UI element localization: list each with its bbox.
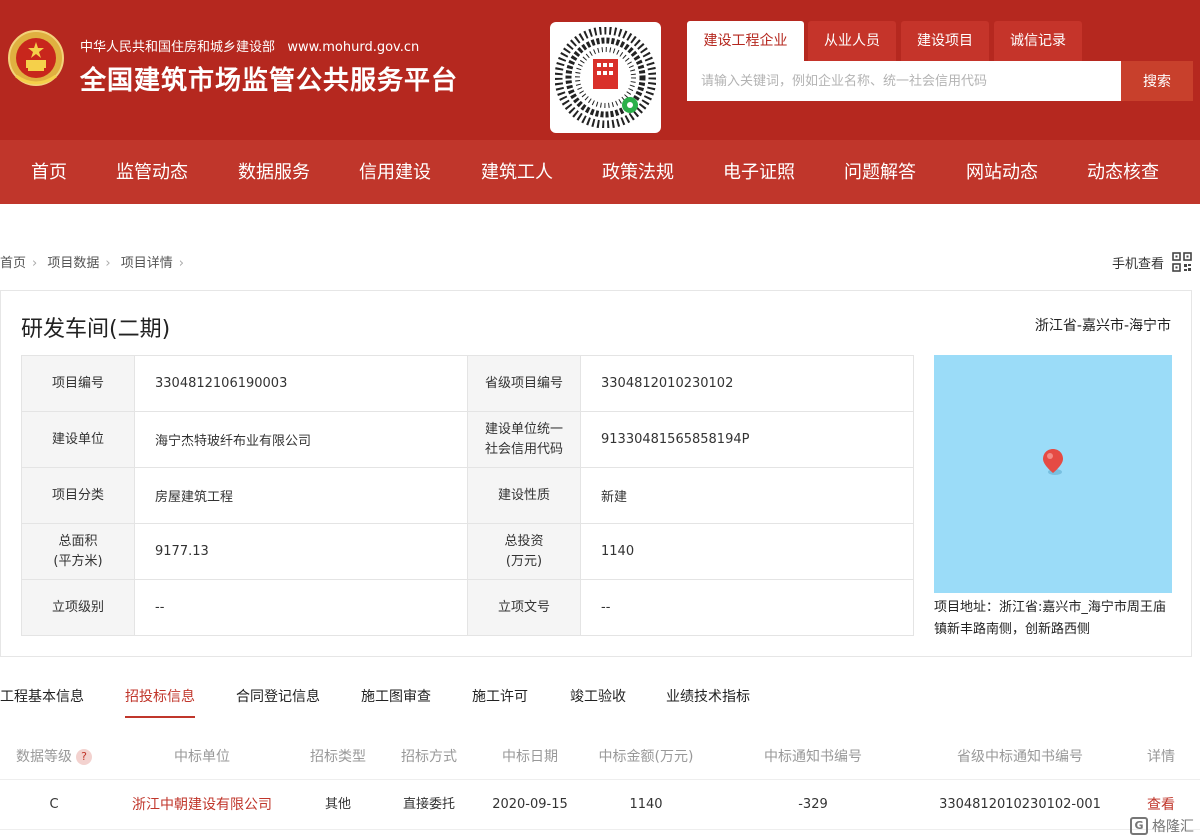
search-button[interactable]: 搜索 bbox=[1121, 61, 1193, 101]
qr-code-icon bbox=[1172, 252, 1192, 272]
site-subtitle: 中华人民共和国住房和城乡建设部 www.mohurd.gov.cn bbox=[80, 40, 420, 55]
search-input[interactable] bbox=[687, 61, 1121, 101]
investment-label: 总投资 (万元) bbox=[467, 523, 581, 580]
mobile-view-label: 手机查看 bbox=[1111, 256, 1164, 272]
project-no-label: 项目编号 bbox=[21, 355, 135, 412]
mini-program-qr bbox=[550, 22, 661, 133]
breadcrumb: 首页 › 项目数据 › 项目详情 › bbox=[0, 252, 190, 271]
table-row: 项目编号 3304812106190003 省级项目编号 33048120102… bbox=[21, 355, 914, 412]
site-url: www.mohurd.gov.cn bbox=[287, 40, 420, 55]
chevron-right-icon: › bbox=[32, 256, 38, 271]
nav-item-site-news[interactable]: 网站动态 bbox=[966, 140, 1038, 204]
tab-completion-acceptance[interactable]: 竣工验收 bbox=[570, 680, 626, 718]
bids-table-header: 数据等级? 中标单位 招标类型 招标方式 中标日期 中标金额(万元) 中标通知书… bbox=[0, 734, 1200, 780]
breadcrumb-project-data[interactable]: 项目数据 bbox=[47, 256, 99, 271]
tab-construction-permit[interactable]: 施工许可 bbox=[472, 680, 528, 718]
table-row: 项目分类 房屋建筑工程 建设性质 新建 bbox=[21, 467, 914, 524]
tab-basic-info[interactable]: 工程基本信息 bbox=[0, 680, 84, 718]
nature-label: 建设性质 bbox=[467, 467, 581, 524]
project-map[interactable] bbox=[934, 355, 1172, 593]
breadcrumb-project-detail: 项目详情 bbox=[120, 256, 173, 271]
provincial-no-value: 3304812010230102 bbox=[580, 355, 914, 412]
tab-performance-indicators[interactable]: 业绩技术指标 bbox=[666, 680, 750, 718]
builder-value: 海宁杰特玻纤布业有限公司 bbox=[134, 411, 468, 468]
cell-winner-link[interactable]: 浙江中朝建设有限公司 bbox=[122, 780, 282, 830]
table-row: 总面积 (平方米) 9177.13 总投资 (万元) 1140 bbox=[21, 523, 914, 580]
watermark-logo-icon: G bbox=[1130, 817, 1148, 835]
approval-level-value: -- bbox=[134, 579, 468, 636]
nav-item-workers[interactable]: 建筑工人 bbox=[481, 140, 553, 204]
col-winner: 中标单位 bbox=[174, 749, 230, 765]
search-tab-enterprise[interactable]: 建设工程企业 bbox=[687, 21, 804, 61]
nav-item-policy[interactable]: 政策法规 bbox=[602, 140, 674, 204]
credit-code-label: 建设单位统一 社会信用代码 bbox=[467, 411, 581, 468]
help-icon[interactable]: ? bbox=[76, 749, 92, 765]
tab-bidding-info[interactable]: 招投标信息 bbox=[125, 680, 195, 718]
project-panel: 研发车间(二期) 浙江省-嘉兴市-海宁市 项目编号 33048121061900… bbox=[0, 290, 1192, 657]
search-tab-credit[interactable]: 诚信记录 bbox=[994, 21, 1082, 61]
nav-item-e-certificates[interactable]: 电子证照 bbox=[723, 140, 795, 204]
main-nav: 首页 监管动态 数据服务 信用建设 建筑工人 政策法规 电子证照 问题解答 网站… bbox=[0, 140, 1200, 204]
nav-item-credit[interactable]: 信用建设 bbox=[359, 140, 431, 204]
area-value: 9177.13 bbox=[134, 523, 468, 580]
cell-notice-no: -329 bbox=[798, 797, 828, 812]
col-data-level: 数据等级? bbox=[0, 734, 108, 780]
nav-item-verification[interactable]: 动态核查 bbox=[1087, 140, 1159, 204]
col-detail: 详情 bbox=[1147, 749, 1175, 765]
cell-amount: 1140 bbox=[629, 797, 663, 812]
table-row: 建设单位 海宁杰特玻纤布业有限公司 建设单位统一 社会信用代码 913304815… bbox=[21, 411, 914, 468]
table-row: 立项级别 -- 立项文号 -- bbox=[21, 579, 914, 636]
nature-value: 新建 bbox=[580, 467, 914, 524]
search-tab-projects[interactable]: 建设项目 bbox=[901, 21, 989, 61]
cell-provincial-notice-no: 3304812010230102-001 bbox=[939, 797, 1101, 812]
project-info-table: 项目编号 3304812106190003 省级项目编号 33048120102… bbox=[21, 355, 914, 636]
provincial-no-label: 省级项目编号 bbox=[467, 355, 581, 412]
project-address: 项目地址：浙江省:嘉兴市_海宁市周王庙镇新丰路南侧，创新路西侧 bbox=[934, 600, 1166, 637]
approval-doc-label: 立项文号 bbox=[467, 579, 581, 636]
cell-date: 2020-09-15 bbox=[492, 797, 568, 812]
detail-tabs: 工程基本信息 招投标信息 合同登记信息 施工图审查 施工许可 竣工验收 业绩技术… bbox=[0, 680, 1200, 720]
col-notice-no: 中标通知书编号 bbox=[764, 749, 862, 765]
category-value: 房屋建筑工程 bbox=[134, 467, 468, 524]
project-region: 浙江省-嘉兴市-海宁市 bbox=[1034, 318, 1171, 334]
area-label: 总面积 (平方米) bbox=[21, 523, 135, 580]
site-header: 中华人民共和国住房和城乡建设部 www.mohurd.gov.cn 全国建筑市场… bbox=[0, 0, 1200, 140]
approval-doc-value: -- bbox=[580, 579, 914, 636]
col-bid-method: 招标方式 bbox=[401, 749, 457, 765]
watermark-text: 格隆汇 bbox=[1152, 819, 1194, 835]
chevron-right-icon: › bbox=[105, 256, 111, 271]
chevron-right-icon: › bbox=[178, 256, 184, 271]
search-tab-personnel[interactable]: 从业人员 bbox=[808, 21, 896, 61]
nav-item-supervision[interactable]: 监管动态 bbox=[116, 140, 188, 204]
breadcrumb-home[interactable]: 首页 bbox=[0, 256, 26, 271]
tab-contract-registration[interactable]: 合同登记信息 bbox=[236, 680, 320, 718]
col-bid-date: 中标日期 bbox=[502, 749, 558, 765]
project-no-value: 3304812106190003 bbox=[134, 355, 468, 412]
cell-type: 其他 bbox=[324, 797, 351, 812]
approval-level-label: 立项级别 bbox=[21, 579, 135, 636]
watermark: G 格隆汇 bbox=[1130, 816, 1194, 836]
site-title: 全国建筑市场监管公共服务平台 bbox=[80, 66, 459, 96]
credit-code-value: 91330481565858194P bbox=[580, 411, 914, 468]
investment-value: 1140 bbox=[580, 523, 914, 580]
mini-program-qr-icon bbox=[554, 26, 657, 129]
nav-item-home[interactable]: 首页 bbox=[31, 140, 67, 204]
category-label: 项目分类 bbox=[21, 467, 135, 524]
col-provincial-notice-no: 省级中标通知书编号 bbox=[957, 749, 1083, 765]
table-row: C 浙江中朝建设有限公司 其他 直接委托 2020-09-15 1140 -32… bbox=[0, 780, 1200, 830]
cell-level: C bbox=[49, 797, 59, 812]
col-bid-amount: 中标金额(万元) bbox=[598, 749, 694, 765]
col-bid-type: 招标类型 bbox=[310, 749, 366, 765]
map-pin-icon bbox=[1043, 449, 1063, 475]
cell-method: 直接委托 bbox=[402, 797, 455, 812]
nav-item-data-services[interactable]: 数据服务 bbox=[238, 140, 310, 204]
national-emblem-icon bbox=[8, 30, 64, 86]
tab-drawing-review[interactable]: 施工图审查 bbox=[361, 680, 431, 718]
mobile-view-button[interactable]: 手机查看 bbox=[1112, 252, 1192, 272]
nav-item-faq[interactable]: 问题解答 bbox=[844, 140, 916, 204]
builder-label: 建设单位 bbox=[21, 411, 135, 468]
project-title: 研发车间(二期) bbox=[21, 317, 171, 342]
